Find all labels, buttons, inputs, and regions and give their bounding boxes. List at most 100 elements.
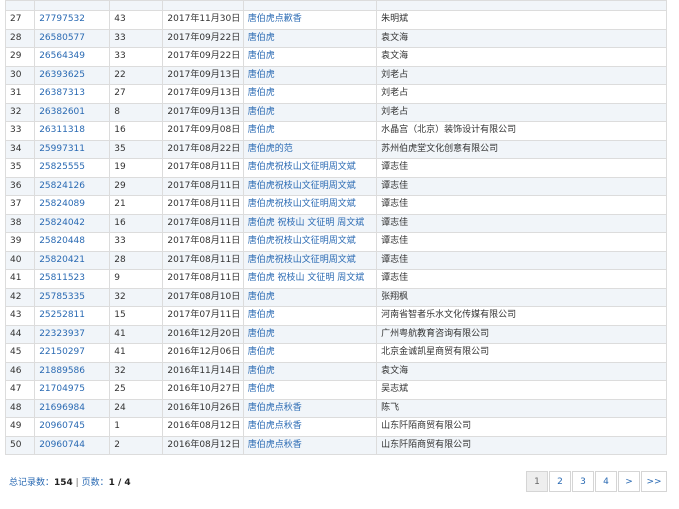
row-number-cell: 49	[4, 417, 36, 437]
application-date-cell: 2016年08月12日	[162, 435, 244, 455]
trademark-name-link[interactable]: 唐伯虎	[242, 84, 378, 104]
trademark-name-link[interactable]: 唐伯虎	[242, 343, 378, 363]
trademark-name-link[interactable]: 唐伯虎的范	[242, 139, 378, 159]
trademark-name-link[interactable]: 唐伯虎	[242, 361, 378, 381]
table-row-partial	[4, 0, 667, 11]
page-count-value: 1 / 4	[108, 478, 131, 488]
row-number-cell: 37	[4, 195, 36, 215]
trademark-name-link[interactable]: 唐伯虎祝枝山文征明周文斌	[242, 158, 378, 178]
registration-number-link[interactable]: 26311318	[34, 121, 111, 141]
application-date-cell: 2016年12月06日	[162, 343, 244, 363]
class-cell: 19	[109, 158, 164, 178]
trademark-name-link[interactable]: 唐伯虎	[242, 121, 378, 141]
page-button-1[interactable]: 1	[526, 471, 548, 492]
registration-number-link[interactable]: 26580577	[34, 28, 111, 48]
trademark-name-link[interactable]: 唐伯虎祝枝山文征明周文斌	[242, 195, 378, 215]
registration-number-link[interactable]: 25825555	[34, 158, 111, 178]
trademark-name-link[interactable]: 唐伯虎	[242, 380, 378, 400]
applicant-cell: 山东阡陌商贸有限公司	[376, 417, 667, 437]
row-number-cell: 43	[4, 306, 36, 326]
trademark-name-link[interactable]: 唐伯虎 祝枝山 文征明 周文斌	[242, 269, 378, 289]
trademark-name-link[interactable]: 唐伯虎点秋香	[242, 435, 378, 455]
trademark-name-link[interactable]: 唐伯虎	[242, 287, 378, 307]
application-date-cell: 2017年08月11日	[162, 269, 244, 289]
registration-number-link[interactable]: 20960744	[34, 435, 111, 455]
registration-number-link[interactable]: 20960745	[34, 417, 111, 437]
registration-number-link[interactable]: 26387313	[34, 84, 111, 104]
row-number-cell: 34	[4, 139, 36, 159]
applicant-cell: 刘老占	[376, 102, 667, 122]
row-number-cell: 44	[4, 324, 36, 344]
table-row: 30 26393625 22 2017年09月13日 唐伯虎 刘老占	[4, 65, 667, 85]
trademark-name-link[interactable]: 唐伯虎	[242, 28, 378, 48]
registration-number-link[interactable]: 25997311	[34, 139, 111, 159]
registration-number-link[interactable]: 25820421	[34, 250, 111, 270]
class-cell: 43	[109, 10, 164, 30]
applicant-cell: 山东阡陌商贸有限公司	[376, 435, 667, 455]
last-page-button[interactable]: >>	[641, 471, 667, 492]
application-date-cell: 2017年09月22日	[162, 47, 244, 67]
registration-number-link[interactable]: 22150297	[34, 343, 111, 363]
registration-number-link[interactable]: 26564349	[34, 47, 111, 67]
application-date-cell: 2016年12月20日	[162, 324, 244, 344]
row-number-cell: 42	[4, 287, 36, 307]
table-row: 42 25785335 32 2017年08月10日 唐伯虎 张翔枫	[4, 287, 667, 307]
registration-number-link[interactable]: 21889586	[34, 361, 111, 381]
registration-number-link[interactable]: 25785335	[34, 287, 111, 307]
row-number-cell: 30	[4, 65, 36, 85]
results-table-container: 27 27797532 43 2017年11月30日 唐伯虎点歉香 朱明斌 28 265805…	[4, 0, 667, 455]
registration-number-link[interactable]: 26382601	[34, 102, 111, 122]
registration-number-link[interactable]: 27797532	[34, 10, 111, 30]
total-records-value: 154	[54, 478, 73, 488]
page-button-4[interactable]: 4	[595, 471, 617, 492]
class-cell: 16	[109, 213, 164, 233]
applicant-cell: 广州粤航教育咨询有限公司	[376, 324, 667, 344]
applicant-cell: 谭志佳	[376, 176, 667, 196]
registration-number-link[interactable]: 26393625	[34, 65, 111, 85]
applicant-cell: 苏州伯虎堂文化创意有限公司	[376, 139, 667, 159]
record-summary: 总记录数：154 | 页数：1 / 4	[9, 475, 131, 488]
table-row: 47 21704975 25 2016年10月27日 唐伯虎 吴志斌	[4, 380, 667, 400]
registration-number-link[interactable]: 25820448	[34, 232, 111, 252]
trademark-name-link[interactable]: 唐伯虎祝枝山文征明周文斌	[242, 250, 378, 270]
trademark-name-link[interactable]: 唐伯虎祝枝山文征明周文斌	[242, 232, 378, 252]
trademark-name-link[interactable]: 唐伯虎	[242, 102, 378, 122]
table-row: 49 20960745 1 2016年08月12日 唐伯虎点秋香 山东阡陌商贸有限公司	[4, 417, 667, 437]
trademark-name-link[interactable]: 唐伯虎	[242, 65, 378, 85]
trademark-name-link[interactable]: 唐伯虎点秋香	[242, 398, 378, 418]
registration-number-link[interactable]: 21696984	[34, 398, 111, 418]
registration-number-link[interactable]: 25824042	[34, 213, 111, 233]
trademark-name-link[interactable]: 唐伯虎 祝枝山 文征明 周文斌	[242, 213, 378, 233]
trademark-name-link[interactable]: 唐伯虎	[242, 47, 378, 67]
row-number-cell: 46	[4, 361, 36, 381]
registration-number-link[interactable]: 25252811	[34, 306, 111, 326]
table-footer: 总记录数：154 | 页数：1 / 4 1 2 3 4 > >>	[5, 471, 667, 493]
next-page-button[interactable]: >	[618, 471, 640, 492]
trademark-name-link[interactable]: 唐伯虎	[242, 306, 378, 326]
trademark-name-link[interactable]: 唐伯虎祝枝山文征明周文斌	[242, 176, 378, 196]
applicant-cell: 谭志佳	[376, 213, 667, 233]
table-row: 28 26580577 33 2017年09月22日 唐伯虎 袁文海	[4, 28, 667, 48]
registration-number-link[interactable]: 25824089	[34, 195, 111, 215]
table-row: 36 25824126 29 2017年08月11日 唐伯虎祝枝山文征明周文斌 谭志佳	[4, 176, 667, 196]
registration-number-link[interactable]: 25824126	[34, 176, 111, 196]
registration-number-link[interactable]: 21704975	[34, 380, 111, 400]
page-button-3[interactable]: 3	[572, 471, 594, 492]
pagination: 1 2 3 4 > >>	[525, 471, 667, 492]
table-row: 41 25811523 9 2017年08月11日 唐伯虎 祝枝山 文征明 周文斌 谭志佳	[4, 269, 667, 289]
applicant-cell: 吴志斌	[376, 380, 667, 400]
registration-number-link[interactable]: 22323937	[34, 324, 111, 344]
summary-separator: |	[72, 478, 82, 488]
applicant-cell: 刘老占	[376, 65, 667, 85]
trademark-name-link[interactable]: 唐伯虎点歉香	[242, 10, 378, 30]
trademark-name-link[interactable]: 唐伯虎点秋香	[242, 417, 378, 437]
trademark-name-link[interactable]: 唐伯虎	[242, 324, 378, 344]
page-button-2[interactable]: 2	[549, 471, 571, 492]
application-date-cell: 2017年08月22日	[162, 139, 244, 159]
table-row: 27 27797532 43 2017年11月30日 唐伯虎点歉香 朱明斌	[4, 10, 667, 30]
row-number-cell: 38	[4, 213, 36, 233]
table-row: 44 22323937 41 2016年12月20日 唐伯虎 广州粤航教育咨询有限公司	[4, 324, 667, 344]
registration-number-link[interactable]: 25811523	[34, 269, 111, 289]
applicant-cell: 袁文海	[376, 361, 667, 381]
table-row: 37 25824089 21 2017年08月11日 唐伯虎祝枝山文征明周文斌 谭志佳	[4, 195, 667, 215]
